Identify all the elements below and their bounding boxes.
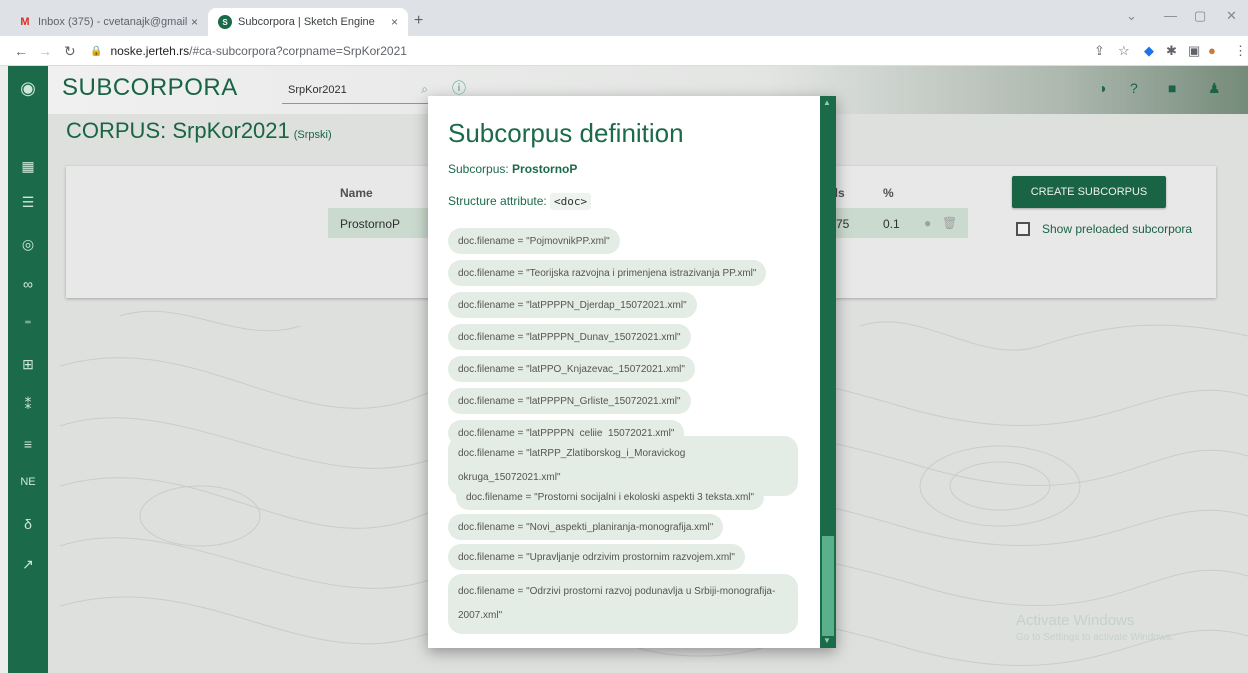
condition-chip: doc.filename = "Prostorni socijalni i ek… <box>456 484 765 510</box>
avatar[interactable]: ● <box>1208 43 1216 58</box>
maximize-icon[interactable]: ▢ <box>1194 8 1206 24</box>
scroll-down-icon[interactable]: ▼ <box>823 636 831 645</box>
target-icon[interactable]: ◎ <box>16 236 40 254</box>
condition-chip: doc.filename = "Teorijska razvojna i pri… <box>448 260 767 286</box>
subcorpus-label: Subcorpus: <box>448 162 513 176</box>
condition-chip: doc.filename = "Odrzivi prostorni razvoj… <box>448 574 798 634</box>
close-icon[interactable]: × <box>391 15 398 29</box>
tab-gmail[interactable]: M Inbox (375) - cvetanajk@gmail.co × <box>8 8 208 36</box>
condition-chip: doc.filename = "latPPPPN_Grliste_1507202… <box>448 388 691 414</box>
activate-windows-title: Activate Windows <box>1016 612 1135 629</box>
dialog-scrollbar[interactable]: ▲ ▼ <box>820 96 836 648</box>
ne-icon[interactable]: NE <box>16 476 40 494</box>
dialog-title: Subcorpus definition <box>448 118 684 148</box>
address-bar: ← → ↻ 🔒 noske.jerteh.rs/#ca-subcorpora?c… <box>0 36 1248 66</box>
condition-chip: doc.filename = "latPPPPN_Dunav_15072021.… <box>448 324 691 350</box>
scrollbar-thumb[interactable] <box>822 536 834 636</box>
condition-chip: doc.filename = "latPPPPN_Djerdap_1507202… <box>448 292 697 318</box>
list-icon[interactable]: ☰ <box>16 194 40 212</box>
close-window-icon[interactable]: ✕ <box>1226 8 1237 24</box>
sketch-engine-logo-icon[interactable]: ◉ <box>16 78 40 98</box>
gmail-icon: M <box>20 16 30 28</box>
url-path: /#ca-subcorpora?corpname=SrpKor2021 <box>189 44 407 58</box>
links-icon[interactable]: ∞ <box>16 276 40 294</box>
condition-chip: doc.filename = "latPPO_Knjazevac_1507202… <box>448 356 695 382</box>
subcorpus-line: Subcorpus: ProstornoP <box>448 162 577 176</box>
new-tab-icon[interactable]: + <box>414 12 423 30</box>
activate-windows-subtitle: Go to Settings to activate Windows. <box>1016 632 1174 643</box>
trends-icon[interactable]: ↗ <box>16 556 40 574</box>
tab-subcorpora[interactable]: S Subcorpora | Sketch Engine × <box>208 8 408 36</box>
subcorpus-definition-dialog: Subcorpus definition Subcorpus: Prostorn… <box>428 96 836 648</box>
reload-icon[interactable]: ↻ <box>64 43 76 60</box>
lock-icon: 🔒 <box>90 45 103 57</box>
share-icon[interactable]: ⇪ <box>1094 43 1105 59</box>
ngram-icon[interactable]: ⁑ <box>16 396 40 414</box>
scroll-up-icon[interactable]: ▲ <box>823 98 831 107</box>
subcorpus-name: ProstornoP <box>512 162 578 176</box>
dashboard-icon[interactable]: ▦ <box>16 158 40 176</box>
puzzle-icon[interactable]: ✱ <box>1166 43 1177 59</box>
extension-icon[interactable]: ◆ <box>1144 43 1154 59</box>
minimize-icon[interactable]: — <box>1164 8 1177 23</box>
tab-title: Subcorpora | Sketch Engine <box>238 16 375 28</box>
star-icon[interactable]: ☆ <box>1118 43 1130 59</box>
url-field[interactable]: 🔒 noske.jerteh.rs/#ca-subcorpora?corpnam… <box>90 41 1110 61</box>
structure-attribute-line: Structure attribute: <doc> <box>448 193 592 210</box>
kebab-menu-icon[interactable]: ⋮ <box>1234 43 1247 59</box>
condition-chip: doc.filename = "PojmovnikPP.xml" <box>448 228 620 254</box>
sketch-engine-icon: S <box>218 15 232 29</box>
sidebar: ◉ ▦ ☰ ◎ ∞ ⁼ ⊞ ⁑ ≡ NE δ ↗ <box>8 66 48 673</box>
sidepanel-icon[interactable]: ▣ <box>1188 43 1200 59</box>
tab-title: Inbox (375) - cvetanajk@gmail.co <box>38 16 188 28</box>
structure-label: Structure attribute: <box>448 194 551 208</box>
condition-chip: doc.filename = "Upravljanje odrzivim pro… <box>448 544 745 570</box>
compare-icon[interactable]: ⊞ <box>16 356 40 374</box>
wordlist-icon[interactable]: ≡ <box>16 436 40 454</box>
condition-chip: doc.filename = "Novi_aspekti_planiranja-… <box>448 514 724 540</box>
forward-icon[interactable]: → <box>38 43 52 59</box>
structure-value: <doc> <box>550 193 592 210</box>
url-host: noske.jerteh.rs <box>110 44 190 58</box>
thesaurus-icon[interactable]: δ <box>16 516 40 534</box>
chevron-down-icon[interactable]: ⌄ <box>1126 8 1137 24</box>
close-icon[interactable]: × <box>191 15 198 29</box>
browser-tab-bar: M Inbox (375) - cvetanajk@gmail.co × S S… <box>0 0 1248 36</box>
sort-icon[interactable]: ⁼ <box>16 316 40 334</box>
back-icon[interactable]: ← <box>14 43 28 59</box>
